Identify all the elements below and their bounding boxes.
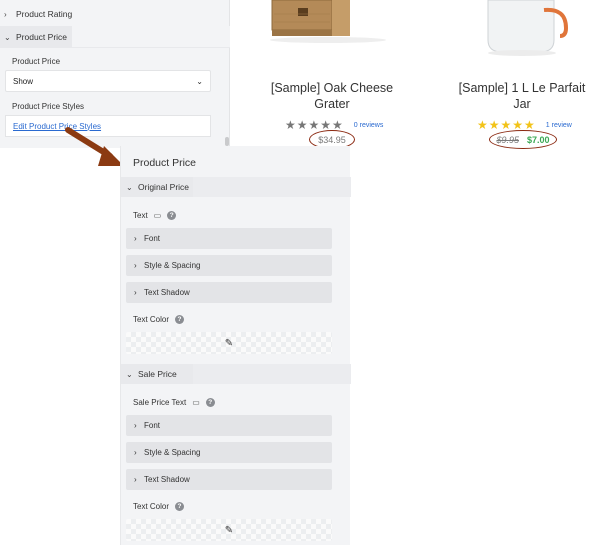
section-header-bar <box>193 177 351 197</box>
style-spacing-accordion[interactable]: › Style & Spacing <box>126 255 332 276</box>
eyedropper-icon[interactable]: ✎ <box>225 338 233 349</box>
accordion-label: Font <box>144 421 161 430</box>
original-price-text-field: Text ▭ ? <box>133 211 177 220</box>
product-title-line1[interactable]: [Sample] Oak Cheese <box>262 80 402 96</box>
oak-cheese-grater-image[interactable] <box>268 0 403 46</box>
le-parfait-jar-image[interactable] <box>482 0 578 58</box>
chevron-down-icon: ⌄ <box>126 182 133 192</box>
field-label: Text <box>133 211 148 220</box>
section-header-bar <box>193 364 351 384</box>
text-shadow-accordion[interactable]: › Text Shadow <box>126 469 332 490</box>
style-spacing-accordion[interactable]: › Style & Spacing <box>126 442 332 463</box>
field-label: Sale Price Text <box>133 398 187 407</box>
chevron-right-icon: › <box>134 261 137 270</box>
section-label: Product Price <box>16 32 68 42</box>
original-text-color-field: Text Color ? <box>133 315 185 324</box>
desktop-icon[interactable]: ▭ <box>154 211 162 220</box>
product-card-oak-cheese-grater[interactable]: [Sample] Oak Cheese Grater <box>262 80 402 112</box>
accordion-label: Text Shadow <box>144 288 190 297</box>
price-highlight-oval: $9.95 $7.00 <box>489 130 557 149</box>
chevron-down-icon: ⌄ <box>196 76 203 86</box>
chevron-right-icon: › <box>134 475 137 484</box>
font-accordion[interactable]: › Font <box>126 415 332 436</box>
product-price: $34.95 <box>318 134 346 145</box>
chevron-right-icon: › <box>4 9 7 19</box>
sale-text-color-field: Text Color ? <box>133 502 185 511</box>
product-price-select[interactable]: Show ⌄ <box>5 70 211 92</box>
product-price-styles-label: Product Price Styles <box>12 102 85 111</box>
text-shadow-accordion[interactable]: › Text Shadow <box>126 282 332 303</box>
reviews-link[interactable]: 0 reviews <box>354 122 384 129</box>
accordion-label: Text Shadow <box>144 475 190 484</box>
section-product-price[interactable]: ⌄ Product Price <box>0 26 72 48</box>
product-price-styles-panel: Product Price ⌄ Original Price Text ▭ ? … <box>120 146 351 545</box>
chevron-right-icon: › <box>134 421 137 430</box>
section-header-bar <box>72 26 230 48</box>
accordion-label: Style & Spacing <box>144 448 201 457</box>
scrollbar-thumb[interactable] <box>225 137 229 146</box>
product-card-le-parfait-jar[interactable]: [Sample] 1 L Le Parfait Jar <box>452 80 592 112</box>
chevron-right-icon: › <box>134 288 137 297</box>
original-price: $9.95 <box>496 134 519 145</box>
panel-title: Product Price <box>133 157 197 169</box>
product-title-line2[interactable]: Jar <box>452 96 592 112</box>
help-icon[interactable]: ? <box>175 502 185 511</box>
product-title-line2[interactable]: Grater <box>262 96 402 112</box>
reviews-link[interactable]: 1 review <box>546 122 572 129</box>
field-label: Text Color <box>133 315 170 324</box>
chevron-right-icon: › <box>134 448 137 457</box>
section-label: Sale Price <box>138 369 177 379</box>
chevron-down-icon: ⌄ <box>4 32 11 42</box>
original-price-section-header[interactable]: ⌄ Original Price <box>121 177 193 197</box>
sale-price-section-header[interactable]: ⌄ Sale Price <box>121 364 193 384</box>
section-label: Original Price <box>138 182 190 192</box>
section-label: Product Rating <box>16 9 73 19</box>
text-color-picker[interactable]: ✎ <box>126 519 332 541</box>
desktop-icon[interactable]: ▭ <box>192 398 200 407</box>
text-color-picker[interactable]: ✎ <box>126 332 332 354</box>
help-icon[interactable]: ? <box>205 398 215 407</box>
sale-price-text-field: Sale Price Text ▭ ? <box>133 398 215 407</box>
eyedropper-icon[interactable]: ✎ <box>225 525 233 536</box>
field-label: Text Color <box>133 502 170 511</box>
help-icon[interactable]: ? <box>175 315 185 324</box>
chevron-down-icon: ⌄ <box>126 369 133 379</box>
accordion-label: Style & Spacing <box>144 261 201 270</box>
sale-price: $7.00 <box>527 134 550 145</box>
select-value: Show <box>13 76 34 86</box>
accordion-label: Font <box>144 234 161 243</box>
section-product-rating[interactable]: › Product Rating <box>0 3 230 25</box>
product-price-field-label: Product Price <box>12 57 61 66</box>
product-title-line1[interactable]: [Sample] 1 L Le Parfait <box>452 80 592 96</box>
font-accordion[interactable]: › Font <box>126 228 332 249</box>
chevron-right-icon: › <box>134 234 137 243</box>
help-icon[interactable]: ? <box>167 211 177 220</box>
